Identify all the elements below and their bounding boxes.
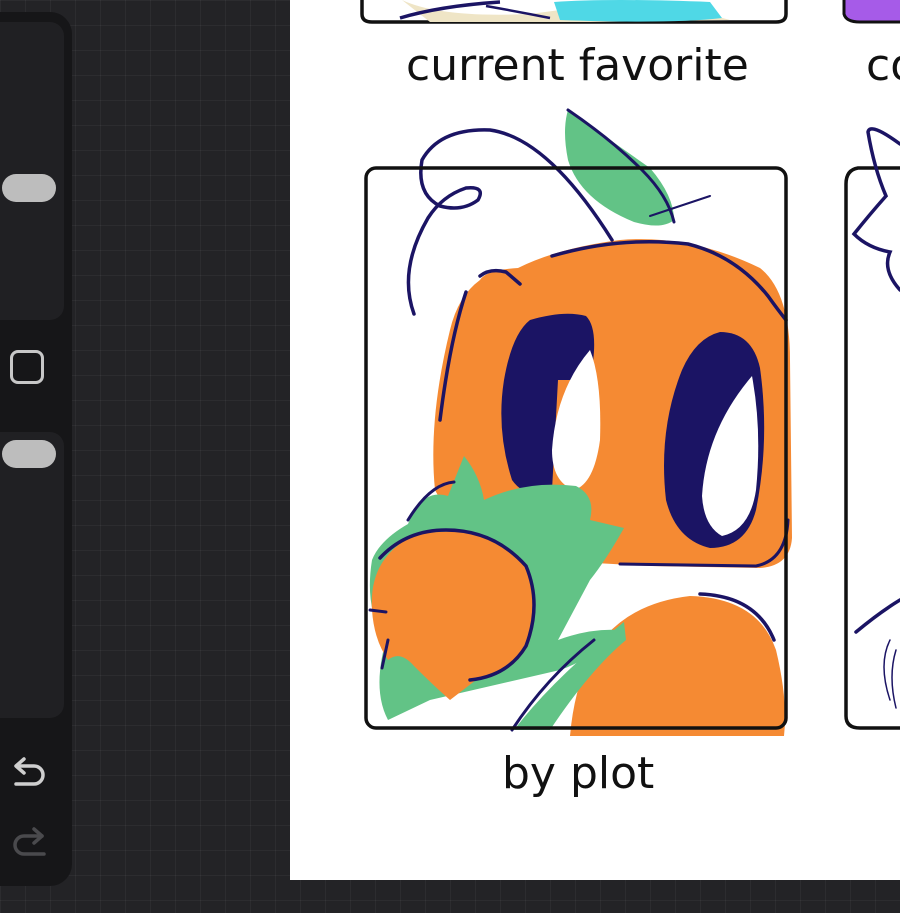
tool-sidebar xyxy=(0,12,72,886)
opacity-slider[interactable] xyxy=(0,432,64,718)
redo-arrow-icon xyxy=(13,827,46,856)
undo-arrow-icon xyxy=(14,757,45,786)
right-panel-remnant xyxy=(844,127,900,730)
drawing-canvas[interactable]: current favorite co by plot xyxy=(290,0,900,880)
caption-partial-right: co xyxy=(866,40,900,91)
top-right-panel-remnant xyxy=(842,0,900,24)
caption-by-plot: by plot xyxy=(502,748,655,799)
opacity-slider-thumb[interactable] xyxy=(2,440,56,468)
brush-size-slider-thumb[interactable] xyxy=(2,174,56,202)
caption-current-favorite: current favorite xyxy=(406,40,749,91)
pumpkin-panel xyxy=(364,108,792,736)
modify-square-button[interactable] xyxy=(10,350,44,384)
undo-button[interactable] xyxy=(6,754,50,794)
top-panel-remnant xyxy=(360,0,788,24)
redo-button[interactable] xyxy=(6,824,50,864)
brush-size-slider[interactable] xyxy=(0,22,64,320)
